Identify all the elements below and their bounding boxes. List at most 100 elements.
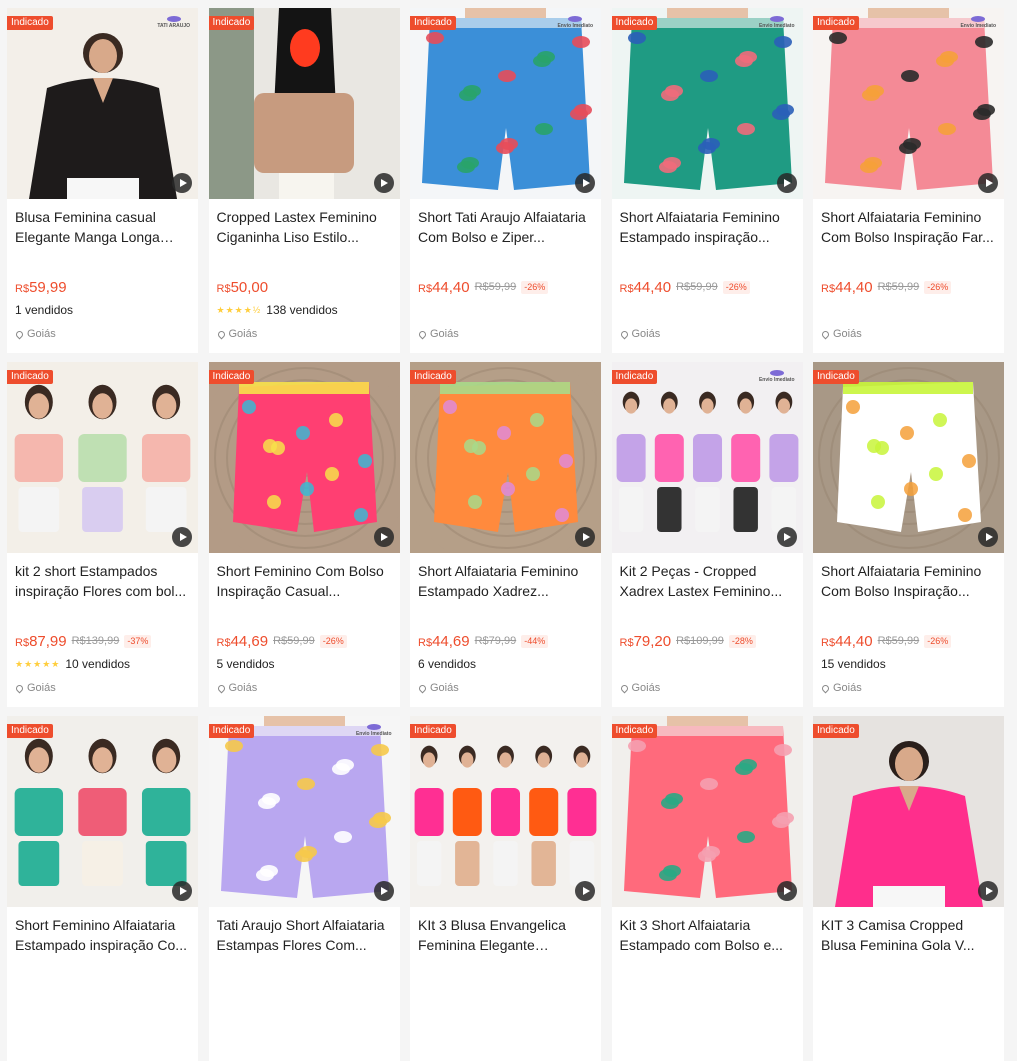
product-title[interactable]: Blusa Feminina casual Elegante Manga Lon… xyxy=(15,207,190,247)
product-photo xyxy=(611,362,803,553)
sales-row xyxy=(418,302,593,318)
product-card-11[interactable]: Indicado Short Feminino Alfaiataria Esta… xyxy=(7,716,198,1061)
product-title[interactable]: Kit 2 Peças - Cropped Xadrex Lastex Femi… xyxy=(620,561,795,601)
product-title[interactable]: Short Alfaiataria Feminino Estampado ins… xyxy=(620,207,795,247)
play-video-icon[interactable] xyxy=(575,527,595,547)
sold-count: 138 vendidos xyxy=(266,303,338,317)
play-video-icon[interactable] xyxy=(172,527,192,547)
product-title[interactable]: Cropped Lastex Feminino Ciganinha Liso E… xyxy=(217,207,392,247)
product-title[interactable]: kit 2 short Estampados inspiração Flores… xyxy=(15,561,190,601)
product-title[interactable]: Tati Araujo Short Alfaiataria Estampas F… xyxy=(217,915,392,955)
product-title[interactable]: Short Feminino Alfaiataria Estampado ins… xyxy=(15,915,190,955)
original-price: R$59,99 xyxy=(877,281,920,293)
product-image[interactable]: Indicado xyxy=(410,716,601,907)
original-price: R$59,99 xyxy=(877,635,920,647)
product-card-3[interactable]: Indicado Envio Imediato Short Tati Arauj… xyxy=(410,8,601,353)
play-video-icon[interactable] xyxy=(373,881,394,901)
product-image[interactable]: Indicado Envio Imediato xyxy=(208,716,400,907)
discount-badge: -26% xyxy=(924,280,952,294)
location-pin-icon xyxy=(417,329,428,339)
product-card-13[interactable]: Indicado KIt 3 Blusa Envangelica Feminin… xyxy=(410,716,601,1061)
current-price: R$87,99 xyxy=(15,632,67,650)
location: Goiás xyxy=(216,681,392,695)
play-video-icon[interactable] xyxy=(776,527,797,547)
indicado-badge: Indicado xyxy=(410,724,456,738)
product-title[interactable]: KIt 3 Blusa Envangelica Feminina Elegant… xyxy=(418,915,593,955)
price-row: R$44,40 R$59,99 -26% xyxy=(620,277,795,297)
rating-stars-icon: ★★★★½ xyxy=(216,304,262,315)
product-image[interactable]: Indicado Envio Imediato xyxy=(813,8,1004,199)
original-price: R$59,99 xyxy=(474,281,517,293)
product-title[interactable]: Short Tati Araujo Alfaiataria Com Bolso … xyxy=(418,207,593,247)
product-image[interactable]: Indicado Envio Imediato xyxy=(611,8,803,199)
product-image[interactable]: Indicado xyxy=(7,716,198,907)
location-text: Goiás xyxy=(228,682,258,694)
product-title[interactable]: Short Alfaiataria Feminino Com Bolso Ins… xyxy=(821,207,996,247)
current-price: R$59,99 xyxy=(15,278,67,296)
product-card-12[interactable]: Indicado Envio Imediato Tati Araujo Shor… xyxy=(208,716,400,1061)
product-card-1[interactable]: Indicado TATI ARAUJO Blusa Feminina casu… xyxy=(7,8,198,353)
play-video-icon[interactable] xyxy=(373,527,394,547)
product-card-9[interactable]: Indicado Envio Imediato Kit 2 Peças - Cr… xyxy=(611,362,803,707)
sold-count: 6 vendidos xyxy=(418,657,477,671)
location: Goiás xyxy=(820,327,996,341)
product-image[interactable]: Indicado xyxy=(208,362,400,553)
indicado-badge: Indicado xyxy=(7,724,53,738)
location: Goiás xyxy=(820,681,996,695)
product-title[interactable]: Kit 3 Short Alfaiataria Estampado com Bo… xyxy=(620,915,795,955)
original-price: R$139,99 xyxy=(71,635,120,647)
product-card-8[interactable]: Indicado Short Alfaiataria Feminino Esta… xyxy=(410,362,601,707)
play-video-icon[interactable] xyxy=(776,881,797,901)
product-image[interactable]: Indicado Envio Imediato xyxy=(611,362,803,553)
sales-row xyxy=(620,302,795,318)
price-row: R$59,99 xyxy=(15,277,190,297)
product-image[interactable]: Indicado xyxy=(611,716,803,907)
product-title[interactable]: KIT 3 Camisa Cropped Blusa Feminina Gola… xyxy=(821,915,996,955)
location: Goiás xyxy=(14,327,190,341)
play-video-icon[interactable] xyxy=(373,173,394,193)
product-card-7[interactable]: Indicado Short Feminino Com Bolso Inspir… xyxy=(208,362,400,707)
indicado-badge: Indicado xyxy=(611,16,658,30)
play-video-icon[interactable] xyxy=(978,173,998,193)
product-title[interactable]: Short Alfaiataria Feminino Com Bolso Ins… xyxy=(821,561,996,601)
play-video-icon[interactable] xyxy=(978,527,998,547)
product-card-2[interactable]: Indicado Cropped Lastex Feminino Ciganin… xyxy=(208,8,400,353)
discount-badge: -26% xyxy=(722,280,750,294)
product-image[interactable]: Indicado xyxy=(7,362,198,553)
price-row: R$44,40 R$59,99 -26% xyxy=(821,631,996,651)
product-image[interactable]: Indicado xyxy=(813,716,1004,907)
product-card-15[interactable]: Indicado KIT 3 Camisa Cropped Blusa Femi… xyxy=(813,716,1004,1061)
discount-badge: -26% xyxy=(319,634,347,648)
play-video-icon[interactable] xyxy=(978,881,998,901)
envio-imediato-logo: Envio Imediato xyxy=(557,16,593,29)
product-card-6[interactable]: Indicado kit 2 short Estampados inspiraç… xyxy=(7,362,198,707)
play-video-icon[interactable] xyxy=(776,173,797,193)
product-image[interactable]: Indicado Envio Imediato xyxy=(410,8,601,199)
current-price: R$44,40 xyxy=(821,278,873,296)
play-video-icon[interactable] xyxy=(575,881,595,901)
location-text: Goiás xyxy=(833,328,862,340)
product-title[interactable]: Short Alfaiataria Feminino Estampado Xad… xyxy=(418,561,593,601)
location-pin-icon xyxy=(14,329,25,339)
location: Goiás xyxy=(417,327,593,341)
product-photo xyxy=(410,716,601,907)
location-pin-icon xyxy=(619,329,629,339)
play-video-icon[interactable] xyxy=(575,173,595,193)
play-video-icon[interactable] xyxy=(172,173,192,193)
product-image[interactable]: Indicado xyxy=(410,362,601,553)
product-photo xyxy=(7,8,198,199)
product-card-5[interactable]: Indicado Envio Imediato Short Alfaiatari… xyxy=(813,8,1004,353)
product-title[interactable]: Short Feminino Com Bolso Inspiração Casu… xyxy=(217,561,392,601)
location-text: Goiás xyxy=(430,328,459,340)
product-image[interactable]: Indicado xyxy=(208,8,400,199)
discount-badge: -44% xyxy=(521,634,549,648)
product-image[interactable]: Indicado TATI ARAUJO xyxy=(7,8,198,199)
sales-row: ★★★★★ 10 vendidos xyxy=(15,656,190,672)
product-card-10[interactable]: Indicado Short Alfaiataria Feminino Com … xyxy=(813,362,1004,707)
product-image[interactable]: Indicado xyxy=(813,362,1004,553)
play-video-icon[interactable] xyxy=(172,881,192,901)
product-card-14[interactable]: Indicado Kit 3 Short Alfaiataria Estampa… xyxy=(611,716,803,1061)
location: Goiás xyxy=(216,327,392,341)
sales-row xyxy=(821,1010,996,1026)
product-card-4[interactable]: Indicado Envio Imediato Short Alfaiatari… xyxy=(611,8,803,353)
